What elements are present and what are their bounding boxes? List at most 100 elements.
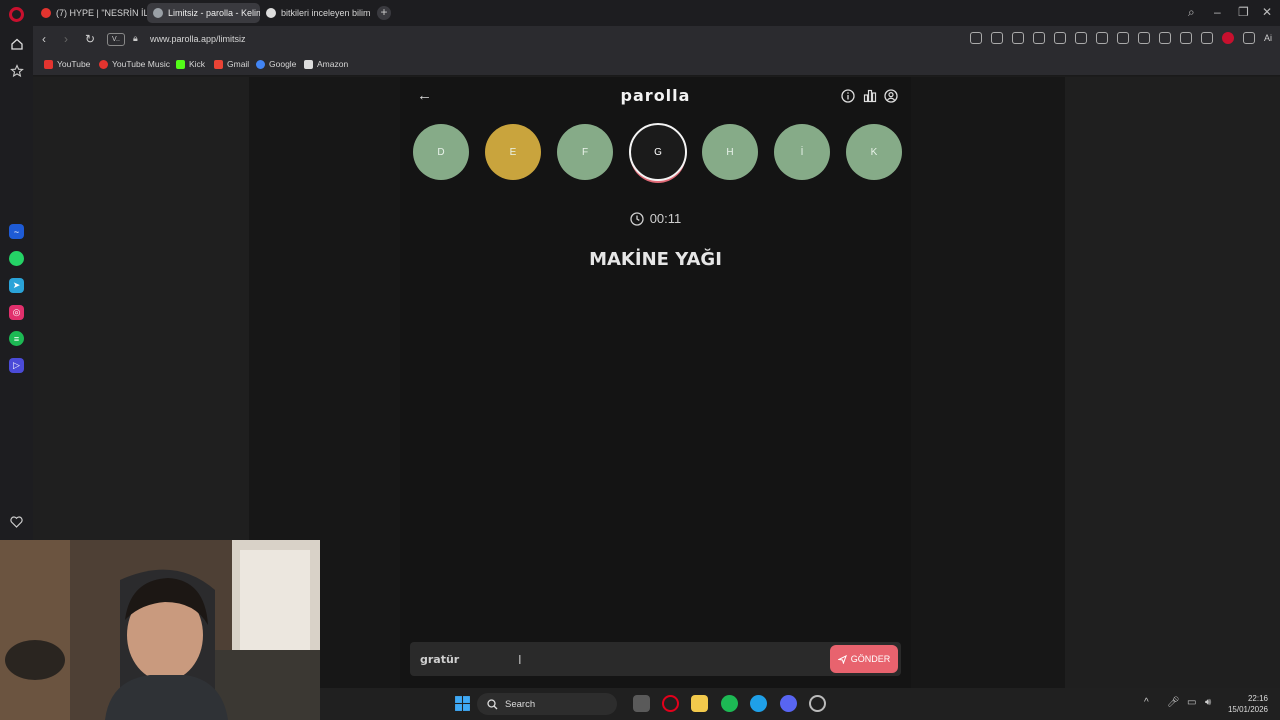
- bookmarks-bar: YouTube YouTube Music Kick Gmail Google …: [33, 54, 1280, 76]
- search-icon: [487, 698, 498, 709]
- tab-title: Limitsiz - parolla - Kelime: [168, 8, 260, 18]
- play-icon[interactable]: [1053, 32, 1066, 44]
- microphone-icon[interactable]: 🎤︎: [1167, 697, 1180, 708]
- bookmark-label: YouTube Music: [112, 59, 170, 69]
- webcam-picture: [0, 540, 320, 720]
- ai-button[interactable]: Ai: [1264, 33, 1272, 43]
- bookmark-amazon[interactable]: Amazon: [304, 59, 348, 69]
- file-explorer-icon[interactable]: [691, 695, 708, 712]
- bookmark-kick[interactable]: Kick: [176, 59, 205, 69]
- spotify-icon[interactable]: ≡: [9, 331, 24, 346]
- taskbar: Search ^ 🎤︎ ▭ 🔊︎ 22:16 15/01/2026: [320, 688, 1280, 720]
- volume-icon[interactable]: 🔊︎: [1205, 697, 1211, 708]
- ublock-icon[interactable]: [1221, 32, 1234, 44]
- brand-title: parolla: [620, 86, 691, 105]
- discord-icon[interactable]: [780, 695, 797, 712]
- close-window-icon[interactable]: ✕: [1262, 5, 1272, 19]
- info-icon[interactable]: [841, 89, 855, 103]
- extension-b-icon[interactable]: [1179, 32, 1192, 44]
- send-label: GÖNDER: [850, 654, 891, 664]
- bookmark-google[interactable]: Google: [256, 59, 296, 69]
- answer-bar: I GÖNDER: [410, 642, 901, 676]
- heart-icon[interactable]: [9, 514, 24, 529]
- shield-icon[interactable]: [1011, 32, 1024, 44]
- star-icon[interactable]: [9, 63, 24, 78]
- reload-icon[interactable]: ↻: [85, 32, 95, 46]
- stats-icon[interactable]: [863, 89, 877, 103]
- edge-icon[interactable]: [750, 695, 767, 712]
- minimize-icon[interactable]: –: [1214, 5, 1221, 19]
- tab-hype[interactable]: (7) HYPE | "NESRİN İLE PA: [35, 3, 147, 23]
- steam-icon[interactable]: [809, 695, 826, 712]
- vpn-badge[interactable]: V..: [107, 33, 125, 46]
- lock-icon[interactable]: 🔒︎: [133, 33, 138, 44]
- extension-d-icon[interactable]: [1242, 32, 1255, 44]
- extension-c-icon[interactable]: [1200, 32, 1213, 44]
- timer-value: 00:11: [649, 211, 682, 226]
- tray-chevron-icon[interactable]: ^: [1144, 697, 1149, 708]
- messenger-icon[interactable]: ~: [9, 224, 24, 239]
- taskbar-search[interactable]: Search: [477, 693, 617, 715]
- telegram-icon[interactable]: ➤: [9, 278, 24, 293]
- download-icon[interactable]: [1095, 32, 1108, 44]
- bookmark-label: Amazon: [317, 59, 349, 69]
- text-cursor-icon: I: [518, 652, 522, 667]
- tab-title: (7) HYPE | "NESRİN İLE PA: [56, 8, 147, 18]
- letter-wheel: D E F G H İ K: [413, 123, 903, 184]
- display-icon[interactable]: ▭: [1187, 697, 1196, 708]
- bookmark-label: Gmail: [227, 59, 250, 69]
- new-tab-button[interactable]: +: [377, 6, 391, 20]
- toolbar-icons: Ai: [969, 32, 1272, 44]
- bookmark-label: Google: [269, 59, 297, 69]
- extensions-icon[interactable]: [1032, 32, 1045, 44]
- edit-icon[interactable]: [969, 32, 982, 44]
- letter-D: D: [413, 124, 469, 180]
- parolla-favicon-icon: [153, 8, 163, 18]
- spotify-taskbar-icon[interactable]: [721, 695, 738, 712]
- question-text: MAKİNE YAĞI: [589, 249, 722, 270]
- timer: 00:11: [400, 211, 911, 226]
- send-button[interactable]: GÖNDER: [830, 645, 898, 673]
- google-icon: [256, 59, 265, 69]
- back-icon[interactable]: ‹: [42, 32, 46, 46]
- restore-icon[interactable]: ❐: [1238, 5, 1249, 19]
- menu-icon[interactable]: [1116, 32, 1129, 44]
- letter-H: H: [702, 124, 758, 180]
- kick-icon: [176, 59, 185, 69]
- webcam-overlay: [0, 540, 320, 720]
- send-icon: [837, 654, 847, 664]
- amazon-icon: [304, 59, 313, 69]
- bookmark-youtube-music[interactable]: YouTube Music: [99, 59, 170, 69]
- bookmark-label: YouTube: [57, 59, 91, 69]
- clock-date: 15/01/2026: [1227, 705, 1268, 714]
- google-favicon-icon: [266, 8, 276, 18]
- answer-input[interactable]: [420, 642, 800, 676]
- extension-a-icon[interactable]: [1158, 32, 1171, 44]
- whatsapp-icon[interactable]: [9, 251, 24, 266]
- bookmark-youtube[interactable]: YouTube: [44, 59, 90, 69]
- letter-F: F: [557, 124, 613, 180]
- clock-icon: [630, 211, 644, 226]
- forward-icon[interactable]: ›: [64, 32, 68, 46]
- url-field[interactable]: www.parolla.app/limitsiz: [150, 34, 246, 44]
- letter-K: K: [846, 124, 902, 180]
- instagram-icon[interactable]: ◎: [9, 305, 24, 320]
- tab-parolla[interactable]: Limitsiz - parolla - Kelime: [147, 3, 260, 23]
- opera-taskbar-icon[interactable]: [662, 695, 679, 712]
- youtube-icon: [44, 59, 53, 69]
- account-icon[interactable]: [884, 89, 898, 103]
- clock[interactable]: 22:16 15/01/2026: [1228, 693, 1268, 715]
- bookmark-gmail[interactable]: Gmail: [214, 59, 249, 69]
- user-icon[interactable]: [1137, 32, 1150, 44]
- search-tabs-icon[interactable]: ⌕: [1188, 5, 1195, 20]
- task-view-icon[interactable]: [633, 695, 650, 712]
- tab-title: bitkileri inceleyen bilim da: [281, 8, 372, 18]
- heart-outline-icon[interactable]: [1074, 32, 1087, 44]
- player-icon[interactable]: ▷: [9, 358, 24, 373]
- home-icon[interactable]: [9, 36, 24, 51]
- camera-icon[interactable]: [990, 32, 1003, 44]
- windows-start-icon[interactable]: [454, 695, 471, 712]
- address-bar: ‹ › ↻ V.. 🔒︎ www.parolla.app/limitsiz Ai: [33, 26, 1280, 54]
- tab-google-search[interactable]: bitkileri inceleyen bilim da: [260, 3, 372, 23]
- opera-logo-icon[interactable]: [9, 7, 24, 22]
